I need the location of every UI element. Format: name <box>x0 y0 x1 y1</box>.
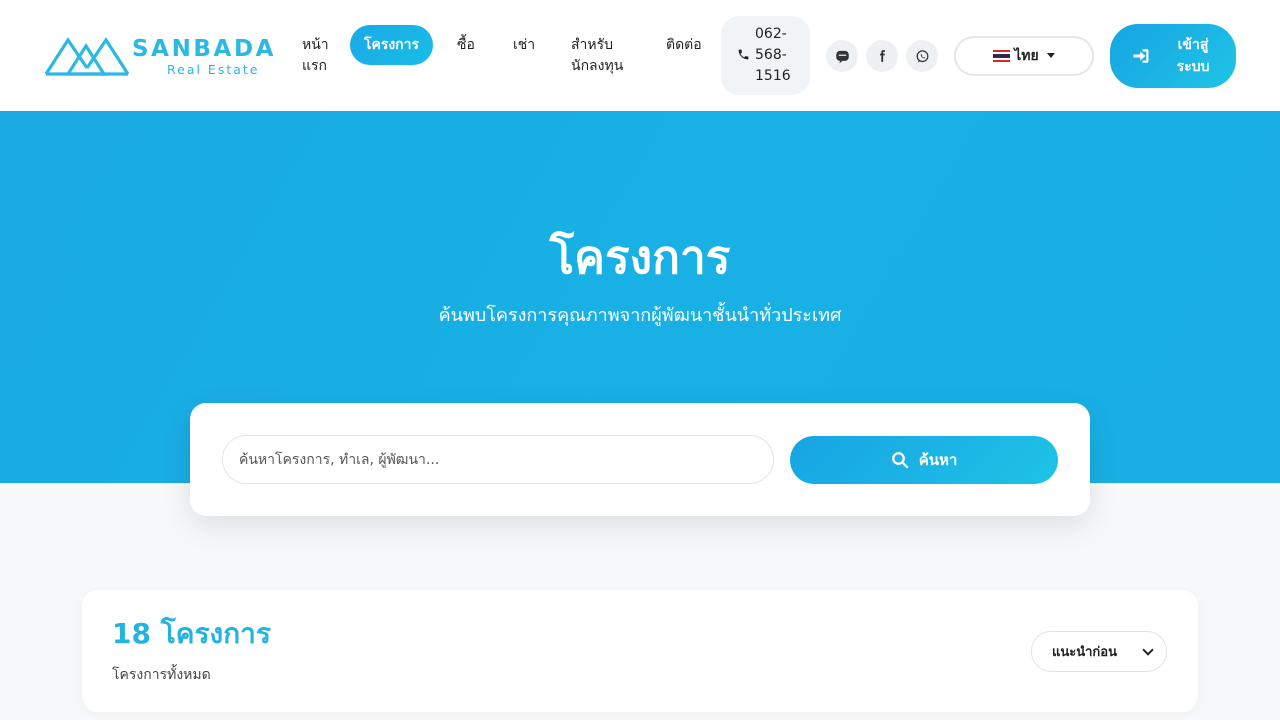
search-panel: ค้นหา <box>190 403 1090 516</box>
page-subtitle: ค้นพบโครงการคุณภาพจากผู้พัฒนาชั้นนำทั่วป… <box>438 305 842 326</box>
caret-down-icon <box>1046 52 1055 58</box>
language-label: ไทย <box>1014 48 1039 64</box>
line-icon <box>835 50 849 63</box>
login-label: เข้าสู่ระบบ <box>1176 37 1210 75</box>
site-header: SANBADA Real Estate หน้าแรก โครงการ ซื้อ… <box>0 0 1280 111</box>
logo-text[interactable]: SANBADA Real Estate <box>132 36 277 78</box>
results-count: 18 โครงการ <box>112 617 271 650</box>
results-label: โครงการทั้งหมด <box>112 667 211 683</box>
nav-buy[interactable]: ซื้อ <box>457 35 475 56</box>
login-button[interactable]: เข้าสู่ระบบ <box>1110 24 1236 88</box>
sort-select[interactable]: แนะนำก่อน <box>1031 631 1167 672</box>
language-dropdown[interactable]: ไทย <box>954 36 1094 76</box>
nav-investors[interactable]: สำหรับนักลงทุน <box>571 35 629 77</box>
thailand-flag-icon <box>993 50 1011 62</box>
sort-selected-value: แนะนำก่อน <box>1052 645 1117 660</box>
nav-projects[interactable]: โครงการ <box>350 25 433 65</box>
phone-icon <box>738 49 749 60</box>
brand-tagline: Real Estate <box>167 62 260 77</box>
brand-name: SANBADA <box>132 36 277 62</box>
phone-number: 062-568-1516 <box>755 26 791 84</box>
phone-link[interactable]: 062-568-1516 <box>721 16 810 95</box>
page-title: โครงการ <box>549 230 731 284</box>
results-header: 18 โครงการ โครงการทั้งหมด แนะนำก่อน <box>82 590 1198 712</box>
search-button-label: ค้นหา <box>918 451 958 469</box>
sign-in-icon <box>1133 49 1149 63</box>
chevron-down-icon <box>1142 643 1154 656</box>
facebook-button[interactable] <box>866 40 898 72</box>
line-button[interactable] <box>826 40 858 72</box>
nav-contact[interactable]: ติดต่อ <box>666 35 702 56</box>
facebook-icon <box>879 50 885 62</box>
search-icon <box>891 452 908 469</box>
whatsapp-button[interactable] <box>906 40 938 72</box>
whatsapp-icon <box>916 49 928 62</box>
nav-home[interactable]: หน้าแรก <box>302 35 332 77</box>
search-input[interactable] <box>222 435 774 484</box>
search-button[interactable]: ค้นหา <box>790 436 1058 484</box>
nav-rent[interactable]: เช่า <box>513 35 535 56</box>
